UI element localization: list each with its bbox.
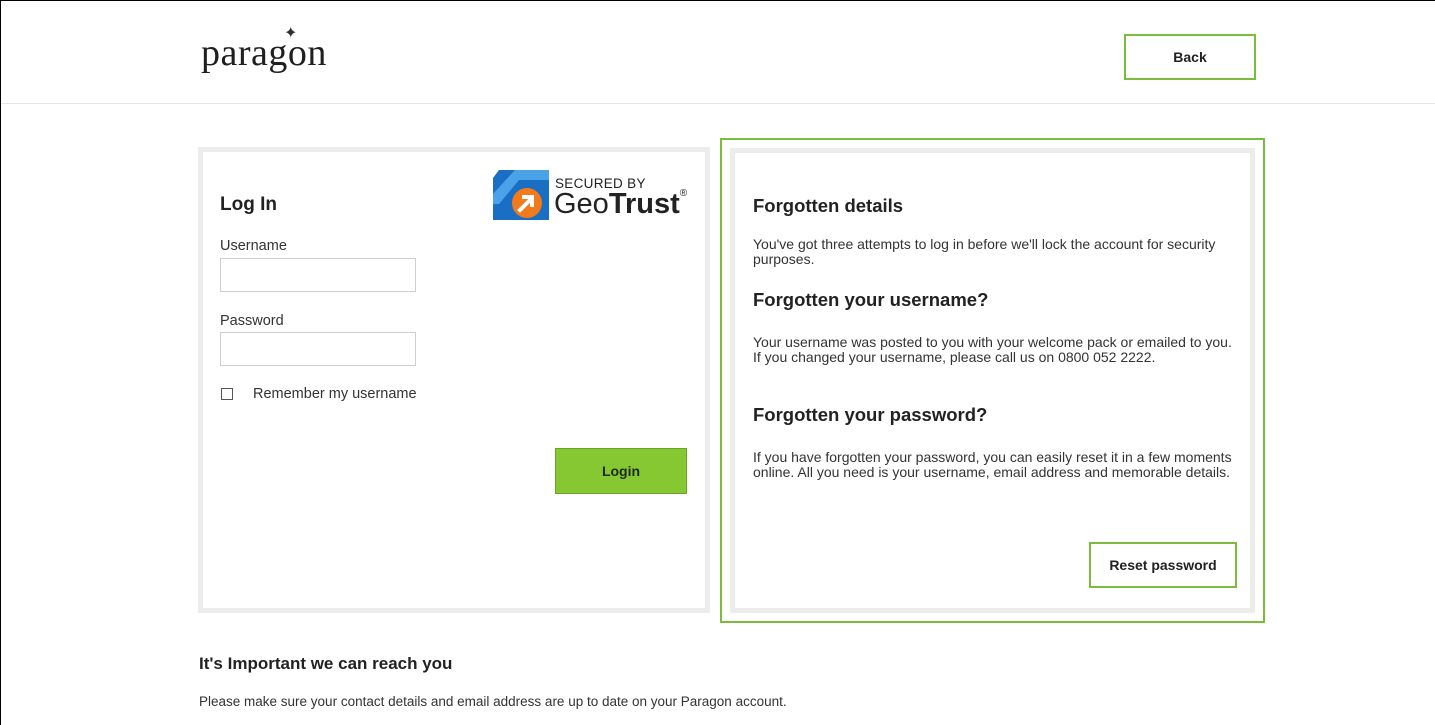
remember-username-checkbox[interactable] — [221, 388, 233, 400]
login-panel: SECURED BY GeoTrust® Log In Username Pas… — [198, 147, 710, 613]
contact-section-text: Please make sure your contact details an… — [199, 694, 787, 709]
forgotten-username-heading: Forgotten your username? — [753, 289, 989, 310]
contact-section-title: It's Important we can reach you — [199, 654, 453, 673]
remember-username-row[interactable]: Remember my username — [220, 385, 417, 403]
forgotten-username-text: Your username was posted to you with you… — [753, 334, 1232, 365]
geotrust-trust-text: Trust — [608, 188, 680, 220]
back-button[interactable]: Back — [1124, 34, 1256, 80]
reset-password-button[interactable]: Reset password — [1089, 542, 1237, 588]
login-button[interactable]: Login — [555, 448, 687, 494]
forgotten-details-highlight: Forgotten details You've got three attem… — [720, 138, 1265, 623]
username-input[interactable] — [220, 258, 416, 292]
geotrust-badge[interactable]: SECURED BY GeoTrust® — [493, 170, 693, 224]
geotrust-geo-text: Geo — [554, 188, 609, 220]
forgotten-password-text: If you have forgotten your password, you… — [753, 449, 1232, 480]
geotrust-wordmark: GeoTrust® — [554, 188, 687, 221]
password-input[interactable] — [220, 332, 416, 366]
forgotten-details-title: Forgotten details — [753, 195, 904, 216]
login-title: Log In — [220, 194, 277, 215]
site-header: paragon ✦ Back — [1, 1, 1435, 104]
forgotten-password-heading: Forgotten your password? — [753, 404, 988, 425]
password-label: Password — [220, 313, 284, 329]
geotrust-logo-icon — [493, 170, 549, 220]
forgotten-details-panel: Forgotten details You've got three attem… — [730, 148, 1255, 613]
paragon-logo[interactable]: paragon ✦ — [201, 25, 327, 75]
logo-text: paragon — [201, 32, 327, 74]
forgotten-intro-text: You've got three attempts to log in befo… — [753, 236, 1216, 267]
logo-star-icon: ✦ — [284, 25, 298, 42]
username-label: Username — [220, 238, 287, 254]
remember-username-label[interactable]: Remember my username — [253, 386, 417, 402]
registered-mark: ® — [679, 188, 688, 199]
